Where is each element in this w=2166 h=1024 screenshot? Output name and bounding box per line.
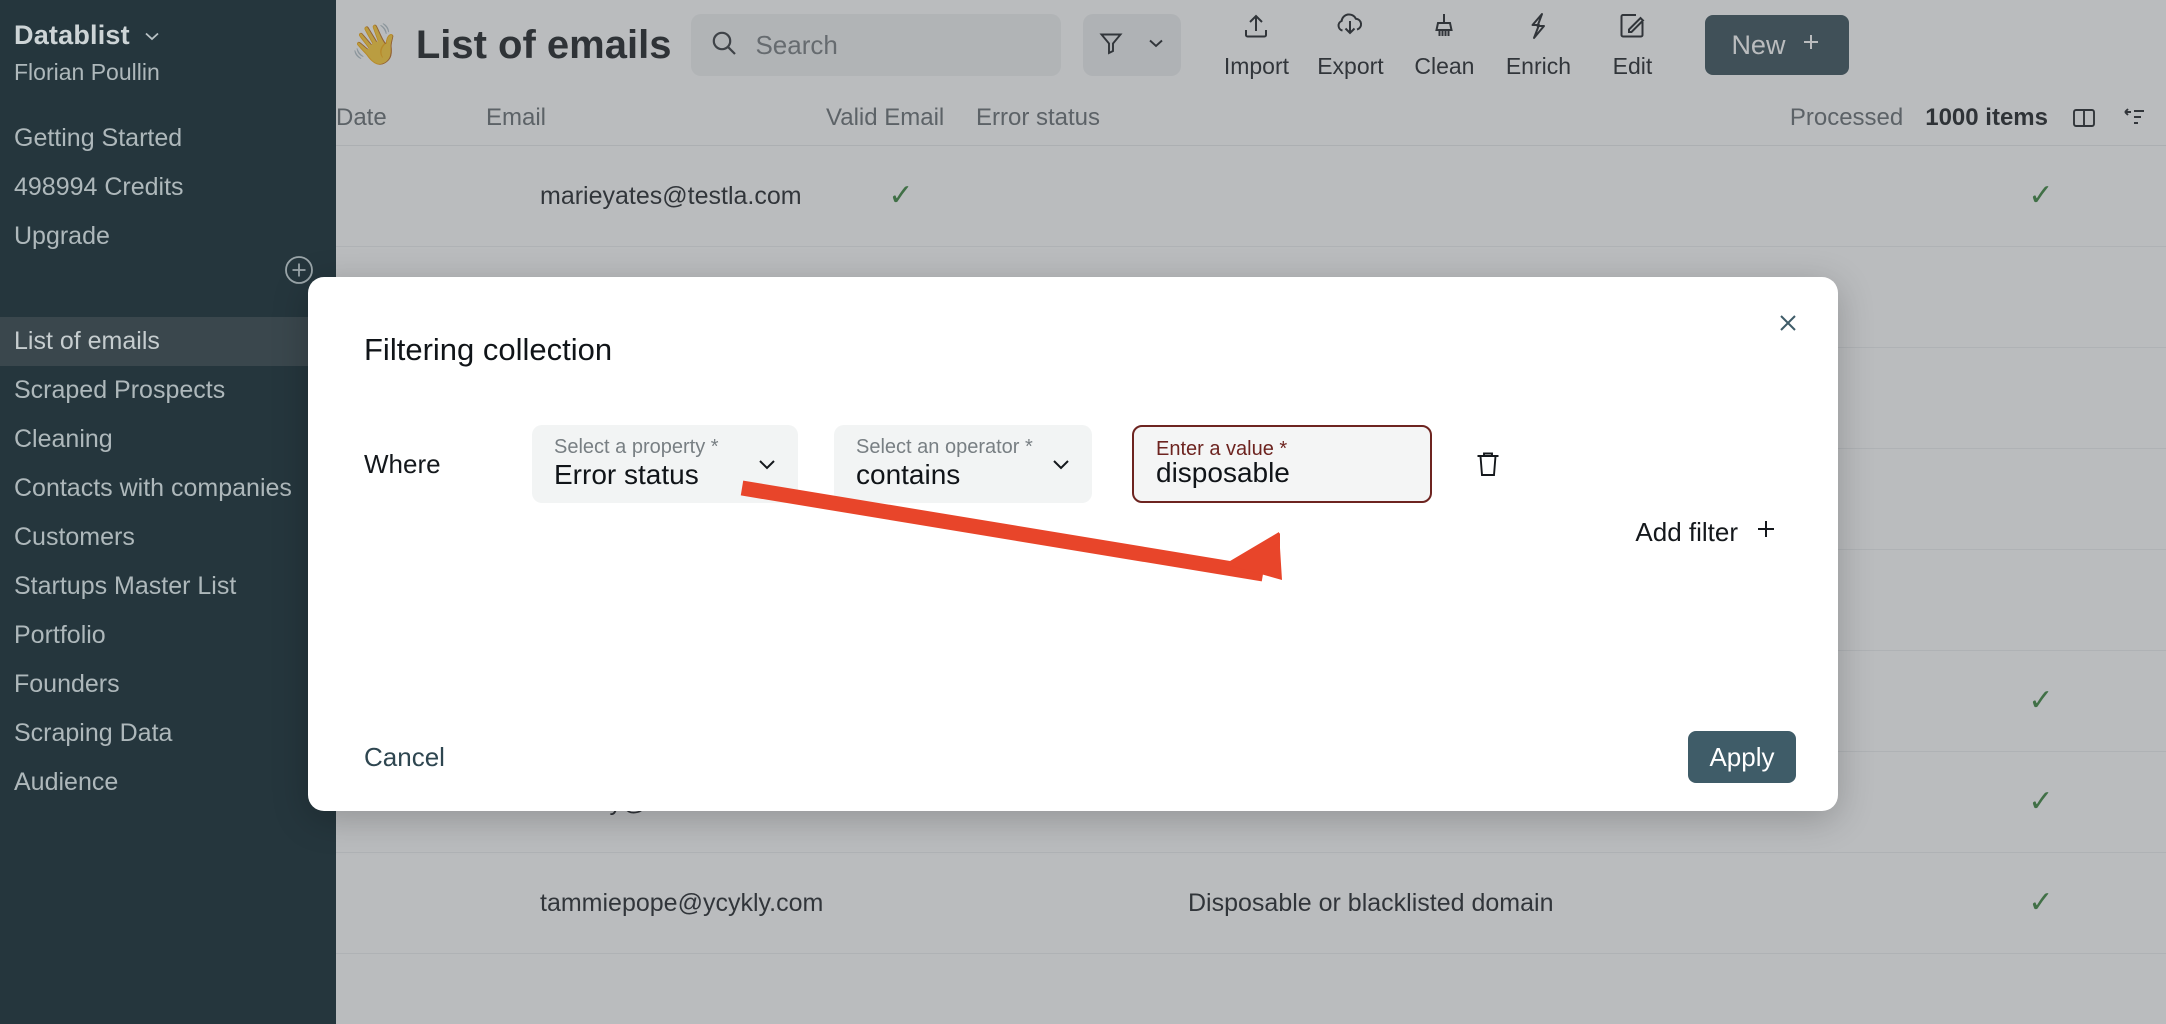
workspace-switcher[interactable]: Datablist (0, 0, 336, 51)
sidebar-item-startups-master-list[interactable]: Startups Master List (0, 562, 336, 611)
sidebar-item-portfolio[interactable]: Portfolio (0, 611, 336, 660)
sidebar-item-getting-started[interactable]: Getting Started (0, 114, 336, 163)
sidebar: Datablist Florian Poullin Getting Starte… (0, 0, 336, 1024)
sidebar-item-audience[interactable]: Audience (0, 758, 336, 807)
filtering-collection-dialog: Filtering collection Where Select a prop… (308, 277, 1838, 811)
operator-select-value: contains (856, 459, 960, 491)
value-input[interactable]: Enter a value * disposable (1132, 425, 1432, 503)
operator-select[interactable]: Select an operator * contains (834, 425, 1092, 503)
dialog-title: Filtering collection (364, 332, 612, 368)
add-filter-label: Add filter (1635, 517, 1738, 548)
filter-condition-row: Where Select a property * Error status S… (364, 425, 1510, 503)
sidebar-item-scraped-prospects[interactable]: Scraped Prospects (0, 366, 336, 415)
sidebar-nav: Getting Started 498994 Credits Upgrade (0, 114, 336, 261)
property-select-value: Error status (554, 459, 699, 491)
sidebar-item-customers[interactable]: Customers (0, 513, 336, 562)
trash-icon[interactable] (1466, 442, 1510, 486)
sidebar-item-contacts-with-companies[interactable]: Contacts with companies (0, 464, 336, 513)
sidebar-item-cleaning[interactable]: Cleaning (0, 415, 336, 464)
operator-select-label: Select an operator * (856, 436, 1033, 459)
sidebar-item-scraping-data[interactable]: Scraping Data (0, 709, 336, 758)
sidebar-item-list-of-emails[interactable]: List of emails (0, 317, 336, 366)
value-input-value: disposable (1156, 457, 1290, 489)
sidebar-item-founders[interactable]: Founders (0, 660, 336, 709)
workspace-user: Florian Poullin (0, 51, 336, 86)
property-select-label: Select a property * (554, 436, 719, 459)
apply-button[interactable]: Apply (1688, 731, 1796, 783)
plus-icon (1754, 517, 1778, 548)
app-root: Datablist Florian Poullin Getting Starte… (0, 0, 2166, 1024)
chevron-down-icon (754, 451, 780, 477)
workspace-name: Datablist (14, 20, 130, 51)
chevron-down-icon (142, 26, 162, 46)
cancel-button[interactable]: Cancel (364, 742, 445, 773)
sidebar-collections: List of emails Scraped Prospects Cleanin… (0, 317, 336, 807)
value-input-label: Enter a value * (1156, 438, 1287, 461)
add-filter-button[interactable]: Add filter (1635, 517, 1778, 548)
sidebar-item-credits[interactable]: 498994 Credits (0, 163, 336, 212)
where-label: Where (364, 449, 524, 480)
close-icon[interactable] (1768, 303, 1808, 343)
chevron-down-icon (1048, 451, 1074, 477)
property-select[interactable]: Select a property * Error status (532, 425, 798, 503)
